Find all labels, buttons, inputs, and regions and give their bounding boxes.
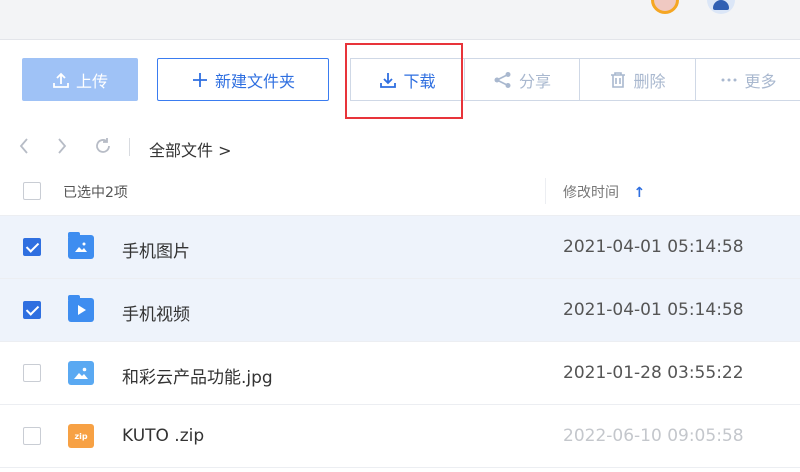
user-avatar-icon[interactable]: [707, 0, 735, 14]
file-row[interactable]: zip KUTO .zip 2022-06-10 09:05:58: [0, 405, 800, 468]
ellipsis-icon: [720, 77, 738, 83]
row-checkbox[interactable]: [23, 427, 41, 445]
selection-count: 已选中2项: [63, 185, 128, 201]
file-row[interactable]: 手机图片 2021-04-01 05:14:58: [0, 216, 800, 279]
upload-label: 上传: [75, 71, 108, 91]
more-button[interactable]: 更多: [696, 59, 800, 100]
top-bar: [0, 0, 800, 40]
file-name[interactable]: 和彩云产品功能.jpg: [122, 363, 273, 388]
file-name[interactable]: 手机视频: [122, 300, 190, 325]
image-folder-icon: [68, 232, 94, 259]
file-modified-time: 2021-04-01 05:14:58: [563, 300, 744, 320]
sort-ascending-icon[interactable]: ↑: [633, 185, 645, 201]
file-row[interactable]: 和彩云产品功能.jpg 2021-01-28 03:55:22: [0, 342, 800, 405]
plus-icon: [191, 71, 209, 89]
list-header: 已选中2项 修改时间 ↑: [0, 166, 800, 216]
delete-button[interactable]: 删除: [580, 59, 696, 100]
download-icon: [379, 71, 397, 89]
file-row[interactable]: 手机视频 2021-04-01 05:14:58: [0, 279, 800, 342]
modified-time-column-header[interactable]: 修改时间 ↑: [563, 182, 645, 202]
upload-icon: [52, 71, 70, 89]
new-folder-button[interactable]: 新建文件夹: [157, 58, 329, 101]
new-folder-label: 新建文件夹: [214, 71, 295, 91]
video-folder-icon: [68, 295, 94, 322]
row-checkbox[interactable]: [23, 238, 41, 256]
file-name[interactable]: KUTO .zip: [122, 426, 204, 446]
row-checkbox[interactable]: [23, 301, 41, 319]
select-all-checkbox[interactable]: [23, 182, 41, 200]
file-actions-group: 下载 分享 删除 更多: [350, 58, 800, 101]
upload-button[interactable]: 上传: [22, 58, 138, 101]
forward-chevron-icon[interactable]: [56, 136, 68, 161]
zip-file-icon: zip: [68, 424, 94, 448]
download-label: 下载: [403, 71, 436, 91]
refresh-icon[interactable]: [93, 136, 113, 161]
more-label: 更多: [744, 71, 777, 91]
image-file-icon: [68, 361, 94, 385]
file-modified-time: 2022-06-10 09:05:58: [563, 426, 744, 446]
breadcrumb[interactable]: 全部文件 >: [149, 137, 232, 161]
modified-time-label: 修改时间: [563, 185, 619, 201]
file-name[interactable]: 手机图片: [122, 237, 190, 262]
column-divider: [545, 178, 546, 204]
file-modified-time: 2021-01-28 03:55:22: [563, 363, 744, 383]
delete-label: 删除: [633, 71, 666, 91]
share-label: 分享: [518, 71, 551, 91]
download-button[interactable]: 下载: [351, 59, 465, 100]
trash-icon: [609, 71, 627, 89]
row-checkbox[interactable]: [23, 364, 41, 382]
file-modified-time: 2021-04-01 05:14:58: [563, 237, 744, 257]
back-chevron-icon[interactable]: [18, 136, 30, 161]
share-button[interactable]: 分享: [465, 59, 580, 100]
notification-avatar-icon[interactable]: [651, 0, 679, 14]
share-icon: [493, 71, 513, 89]
navigation-bar: 全部文件 >: [0, 128, 800, 166]
nav-divider: [129, 138, 130, 156]
